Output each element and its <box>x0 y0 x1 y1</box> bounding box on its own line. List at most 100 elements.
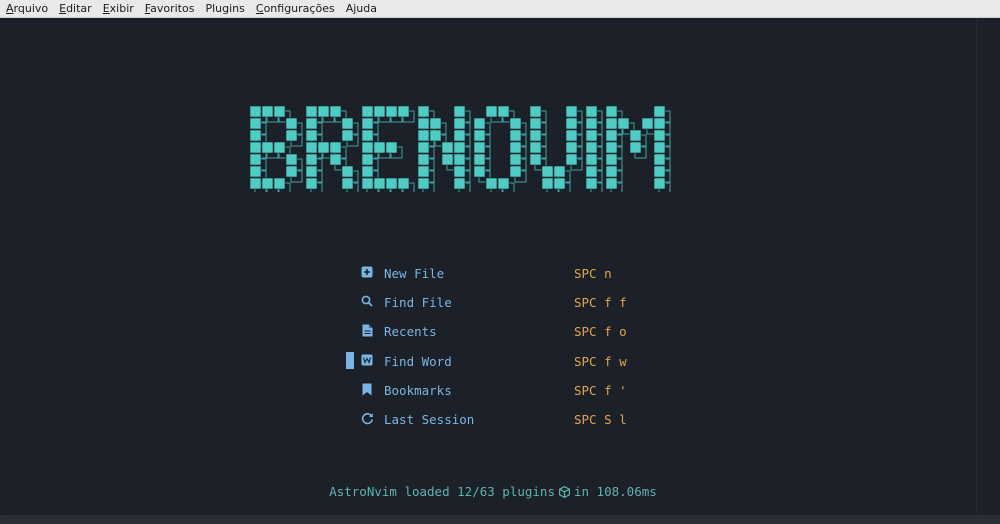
dashboard-item-last-session[interactable]: Last Session SPC S l <box>346 408 646 430</box>
menu-bar: Arquivo Editar Exibir Favoritos Plugins … <box>0 0 1000 18</box>
menu-editar[interactable]: Editar <box>53 0 97 17</box>
logo-block <box>585 141 598 154</box>
logo-block <box>361 153 374 166</box>
logo-block <box>473 141 486 154</box>
dashboard-item-bookmarks[interactable]: Bookmarks SPC f ' <box>346 379 646 401</box>
logo-block <box>497 105 510 118</box>
logo-block <box>605 165 618 178</box>
logo-block <box>417 129 430 142</box>
logo-block <box>497 177 510 190</box>
menu-configuracoes[interactable]: Configurações <box>250 0 340 17</box>
logo-block <box>273 141 286 154</box>
logo-block <box>529 129 542 142</box>
word-icon <box>360 353 374 367</box>
dashboard-item-shortcut: SPC S l <box>574 411 627 427</box>
logo-block <box>361 165 374 178</box>
logo-block <box>553 177 566 190</box>
startup-stats: AstroNvim loaded 12/63 plugins in 108.06m… <box>0 484 986 501</box>
logo-block <box>341 117 354 130</box>
logo-block <box>605 141 618 154</box>
logo-block <box>653 129 666 142</box>
logo-block <box>285 165 298 178</box>
logo-block <box>285 153 298 166</box>
logo-block <box>541 177 554 190</box>
logo-block <box>249 129 262 142</box>
logo-block <box>509 141 522 154</box>
menu-label: onfigurações <box>263 2 335 15</box>
dashboard-item-label: Last Session <box>384 411 475 427</box>
menu-ajuda[interactable]: Ajuda <box>340 0 382 17</box>
restore-session-icon <box>360 411 374 425</box>
menu-exibir[interactable]: Exibir <box>97 0 139 17</box>
logo-block <box>249 153 262 166</box>
logo-block <box>485 177 498 190</box>
logo-block <box>361 105 374 118</box>
logo-block <box>453 105 466 118</box>
logo-block <box>653 177 666 190</box>
dashboard-item-shortcut: SPC f o <box>574 323 627 339</box>
logo-block <box>605 129 618 142</box>
logo-block <box>373 105 386 118</box>
logo-block <box>529 105 542 118</box>
brenovim-logo <box>249 105 671 192</box>
logo-block <box>653 165 666 178</box>
dashboard-item-find-file[interactable]: Find File SPC f f <box>346 291 646 313</box>
logo-block <box>565 105 578 118</box>
logo-block <box>329 141 342 154</box>
logo-block <box>361 129 374 142</box>
logo-block <box>585 129 598 142</box>
bookmark-icon <box>360 382 374 396</box>
dashboard-item-recents[interactable]: Recents SPC f o <box>346 320 646 342</box>
new-file-icon <box>360 265 374 279</box>
dashboard-item-label: New File <box>384 265 445 281</box>
logo-block <box>529 141 542 154</box>
menu-mnemonic: A <box>6 2 14 15</box>
terminal-window: Arquivo Editar Exibir Favoritos Plugins … <box>0 0 1000 524</box>
search-icon <box>360 294 374 308</box>
logo-block <box>317 141 330 154</box>
logo-block <box>553 165 566 178</box>
logo-block <box>249 165 262 178</box>
logo-block <box>341 129 354 142</box>
scrollbar[interactable] <box>976 18 1000 515</box>
logo-block <box>249 105 262 118</box>
logo-block <box>529 117 542 130</box>
logo-block <box>565 141 578 154</box>
dashboard-item-new-file[interactable]: New File SPC n <box>346 262 646 284</box>
menu-plugins[interactable]: Plugins <box>199 0 249 17</box>
logo-block <box>605 177 618 190</box>
logo-block <box>509 129 522 142</box>
logo-block <box>653 141 666 154</box>
logo-block <box>341 165 354 178</box>
window-bottom-edge <box>0 515 1000 524</box>
dashboard-item-label: Recents <box>384 323 437 339</box>
menu-favoritos[interactable]: Favoritos <box>139 0 200 17</box>
logo-block <box>249 177 262 190</box>
logo-block <box>641 117 654 130</box>
menu-mnemonic: C <box>255 2 264 15</box>
logo-block <box>485 105 498 118</box>
logo-block <box>473 165 486 178</box>
logo-block <box>453 165 466 178</box>
logo-block <box>417 177 430 190</box>
logo-block <box>565 117 578 130</box>
logo-block <box>329 153 342 166</box>
logo-block <box>653 153 666 166</box>
dashboard-item-find-word[interactable]: Find Word SPC f w <box>346 350 646 372</box>
logo-block <box>285 117 298 130</box>
logo-block <box>361 177 374 190</box>
logo-block <box>441 141 454 154</box>
logo-block <box>585 105 598 118</box>
logo-block <box>441 153 454 166</box>
menu-label: rquivo <box>13 2 49 15</box>
logo-block <box>305 177 318 190</box>
menu-arquivo[interactable]: Arquivo <box>0 0 53 17</box>
logo-block <box>453 153 466 166</box>
logo-block <box>305 165 318 178</box>
logo-block <box>605 117 618 130</box>
logo-block <box>285 129 298 142</box>
logo-block <box>453 141 466 154</box>
logo-block <box>273 105 286 118</box>
logo-block <box>385 141 398 154</box>
dashboard-item-shortcut: SPC n <box>574 265 612 281</box>
